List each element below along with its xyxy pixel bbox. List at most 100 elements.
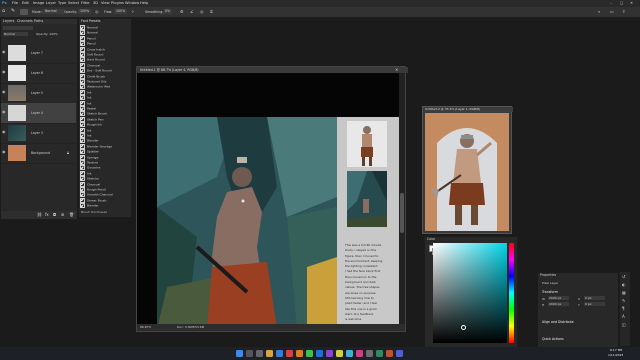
- checkbox-icon[interactable]: [80, 57, 85, 63]
- layer-opacity[interactable]: Opacity: 100%: [36, 32, 58, 36]
- layer-row[interactable]: ◉ Layer 3: [1, 123, 76, 144]
- edge-icon[interactable]: [276, 350, 283, 357]
- swatches-icon[interactable]: ▦: [622, 290, 626, 295]
- checkbox-icon[interactable]: [80, 192, 85, 198]
- link-layers-icon[interactable]: ⛓: [37, 212, 42, 217]
- checkbox-icon[interactable]: [80, 111, 85, 117]
- zoom-level[interactable]: 66.67%: [140, 325, 151, 329]
- checkbox-icon[interactable]: [80, 176, 85, 182]
- checkbox-icon[interactable]: [80, 127, 85, 133]
- app-icon[interactable]: [366, 350, 373, 357]
- tab-paths[interactable]: Paths: [34, 19, 43, 24]
- checkbox-icon[interactable]: [80, 89, 85, 95]
- workspace-icon[interactable]: ▭: [610, 9, 614, 14]
- reference-photo-canvas[interactable]: [425, 113, 509, 231]
- checkbox-icon[interactable]: [80, 100, 85, 106]
- checkbox-icon[interactable]: [80, 160, 85, 165]
- checkbox-icon[interactable]: [80, 73, 85, 79]
- tab-channels[interactable]: Channels: [17, 19, 33, 24]
- app-icon[interactable]: [396, 350, 403, 357]
- brushes-icon[interactable]: ✎: [622, 298, 625, 303]
- checkbox-icon[interactable]: [80, 197, 85, 203]
- app-icon[interactable]: [346, 350, 353, 357]
- search-taskbar-icon[interactable]: [246, 350, 253, 357]
- checkbox-icon[interactable]: [80, 106, 85, 111]
- pressure-opacity-icon[interactable]: ◎: [95, 9, 99, 14]
- layer-filter-kind[interactable]: [3, 26, 33, 30]
- scrollbar-thumb[interactable]: [400, 193, 404, 233]
- app-icon[interactable]: [286, 350, 293, 357]
- app-icon[interactable]: [376, 350, 383, 357]
- checkbox-icon[interactable]: [80, 116, 85, 122]
- checkbox-icon[interactable]: [80, 143, 85, 149]
- add-mask-icon[interactable]: ◘: [53, 212, 56, 217]
- menu-edit[interactable]: Edit: [22, 1, 29, 5]
- menu-image[interactable]: Image: [33, 1, 44, 5]
- menu-select[interactable]: Select: [68, 1, 79, 5]
- add-style-icon[interactable]: fx: [45, 212, 49, 217]
- menu-help[interactable]: Help: [140, 1, 148, 5]
- flow-input[interactable]: 100%: [114, 9, 128, 14]
- checkbox-icon[interactable]: [80, 25, 85, 30]
- adjustments-icon[interactable]: ◐: [622, 282, 626, 287]
- paragraph-icon[interactable]: ¶: [622, 306, 625, 311]
- character-icon[interactable]: A: [622, 314, 625, 319]
- layer-row[interactable]: ◉ Background 🔒︎: [1, 143, 76, 164]
- visibility-eye-icon[interactable]: ◉: [2, 70, 6, 74]
- airbrush-icon[interactable]: ✧: [131, 9, 134, 14]
- hue-slider[interactable]: [509, 243, 514, 343]
- checkbox-icon[interactable]: [80, 95, 85, 101]
- menu-file[interactable]: File: [12, 1, 18, 5]
- minimize-icon[interactable]: –: [610, 1, 612, 5]
- app-icon[interactable]: [386, 350, 393, 357]
- checkbox-icon[interactable]: [80, 154, 85, 160]
- checkbox-icon[interactable]: [80, 68, 85, 74]
- document-close-icon[interactable]: ✕: [395, 67, 398, 72]
- new-layer-icon[interactable]: ⊞: [61, 212, 64, 217]
- layer-row[interactable]: ◉ Layer 7: [1, 43, 76, 64]
- checkbox-icon[interactable]: [80, 187, 85, 192]
- visibility-eye-icon[interactable]: ◉: [2, 50, 6, 54]
- checkbox-icon[interactable]: [80, 30, 85, 36]
- menu-type[interactable]: Type: [58, 1, 66, 5]
- angle-icon[interactable]: ∠: [190, 9, 194, 14]
- trash-icon[interactable]: 🗑︎: [69, 212, 74, 217]
- symmetry-icon[interactable]: ⧖: [210, 9, 213, 14]
- menu-plugins[interactable]: Plugins: [111, 1, 124, 5]
- windows-start-icon[interactable]: [236, 350, 243, 357]
- visibility-eye-icon[interactable]: ◉: [2, 90, 6, 94]
- checkbox-icon[interactable]: [80, 79, 85, 84]
- visibility-eye-icon[interactable]: ◉: [2, 150, 6, 154]
- share-icon[interactable]: ⇪: [622, 9, 625, 14]
- checkbox-icon[interactable]: [80, 35, 85, 41]
- history-icon[interactable]: ↺: [622, 274, 625, 279]
- app-icon[interactable]: [326, 350, 333, 357]
- app-icon[interactable]: [336, 350, 343, 357]
- y-input[interactable]: 0 px: [584, 302, 605, 306]
- visibility-eye-icon[interactable]: ◉: [2, 110, 6, 114]
- maximize-icon[interactable]: □: [620, 1, 623, 5]
- smoothing-input[interactable]: 0%: [163, 9, 173, 14]
- checkbox-icon[interactable]: [80, 181, 85, 187]
- brush-preset-item[interactable]: Blender: [80, 203, 126, 209]
- opacity-input[interactable]: 100%: [78, 9, 92, 14]
- app-icon[interactable]: [306, 350, 313, 357]
- layers-icon[interactable]: ◫: [622, 322, 626, 327]
- menu-filter[interactable]: Filter: [81, 1, 90, 5]
- checkbox-icon[interactable]: [80, 149, 85, 155]
- photoshop-taskbar-icon[interactable]: [316, 350, 323, 357]
- checkbox-icon[interactable]: [80, 52, 85, 57]
- vertical-scrollbar[interactable]: [399, 73, 405, 324]
- task-view-icon[interactable]: [256, 350, 263, 357]
- app-icon[interactable]: [296, 350, 303, 357]
- canvas-area[interactable]: This was a full 90 minute study. I stayed…: [137, 73, 399, 329]
- color-field[interactable]: [433, 243, 507, 343]
- home-icon[interactable]: ⌂: [2, 9, 5, 14]
- visibility-eye-icon[interactable]: ◉: [2, 130, 6, 134]
- app-icon[interactable]: [356, 350, 363, 357]
- menu-window[interactable]: Window: [125, 1, 139, 5]
- mode-select[interactable]: Normal: [42, 9, 64, 14]
- smoothing-settings-icon[interactable]: ⚙: [180, 9, 184, 14]
- layer-row-selected[interactable]: ◉ Layer 4: [1, 103, 76, 124]
- brush-tool-icon[interactable]: ✎: [11, 9, 15, 14]
